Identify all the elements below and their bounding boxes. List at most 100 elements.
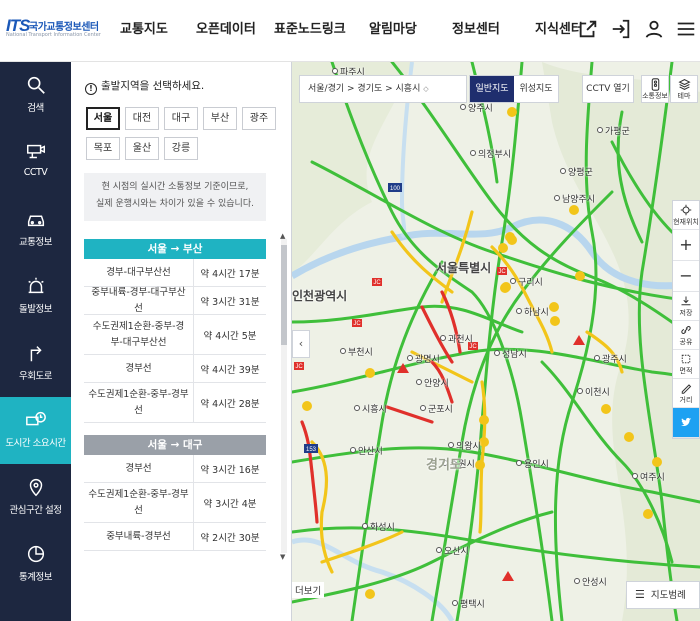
route-name: 수도권제1순환-중부-경부-대구부산선 [84, 315, 194, 354]
more-link[interactable]: 더보기 [292, 582, 325, 598]
zoom-in-icon: + [679, 235, 693, 254]
svg-text:JC: JC [498, 269, 506, 275]
rail-item-traffic-info[interactable]: 교통정보 [0, 196, 71, 263]
table-row: 경부선 약 4시간 39분 [84, 355, 266, 383]
map-place-label: 오산시 [436, 544, 469, 557]
rail-item-travel-time[interactable]: 도시간 소요시간 [0, 397, 71, 464]
map-legend-button[interactable]: ☰ 지도범례 [626, 581, 700, 609]
city-button-daejeon[interactable]: 대전 [125, 107, 159, 130]
route-time: 약 2시간 30분 [200, 532, 260, 544]
scrollbar-thumb[interactable] [281, 245, 287, 345]
theme-button[interactable]: 테마 [670, 75, 698, 103]
cctv-icon [26, 144, 45, 159]
nav-item-node-link[interactable]: 표준노드링크 [274, 18, 346, 37]
save-button[interactable]: 저장 [673, 292, 699, 321]
rail-item-cctv[interactable]: CCTV [0, 129, 71, 196]
nav-item-knowledge-center[interactable]: 지식센터 [535, 18, 583, 37]
external-link-icon[interactable] [577, 18, 599, 40]
traffic-map[interactable]: 100 153 JC JC JC JC JC 파주시 양주시 의정부시 남양주시… [292, 62, 700, 621]
chevron-down-icon: ◇ [423, 85, 429, 93]
scroll-down-icon[interactable]: ▼ [280, 553, 285, 561]
login-icon[interactable] [610, 18, 632, 40]
map-place-label: 시흥시 [354, 402, 387, 415]
legend-label: 지도범례 [650, 590, 686, 601]
menu-icon[interactable] [675, 18, 697, 40]
realtime-notice-box: 현 시점의 실시간 소통정보 기준이므로, 실제 운행시와는 차이가 있을 수 … [84, 173, 266, 221]
route-list[interactable]: 서울 → 부산 경부-대구부산선 약 4시간 17분 중부내륙-경부-대구부산선… [84, 239, 266, 621]
city-button-ulsan[interactable]: 울산 [125, 137, 159, 160]
svg-text:JC: JC [373, 280, 381, 286]
city-button-gwangju[interactable]: 광주 [242, 107, 276, 130]
chevron-left-icon: ‹ [298, 337, 304, 350]
city-button-mokpo[interactable]: 목포 [86, 137, 120, 160]
route-time: 약 3시간 16분 [200, 464, 260, 476]
route-name: 경부-대구부산선 [84, 259, 194, 286]
logo-subtitle: National Transport Information Center [6, 32, 101, 38]
route-time: 약 4시간 17분 [200, 268, 260, 280]
map-place-label: 성남시 [494, 347, 527, 360]
map-type-satellite[interactable]: 위성지도 [514, 76, 558, 102]
left-rail: 검색 CCTV 교통정보 돌발정보 우회도로 도시간 소요시간 관심구간 설정 … [0, 62, 71, 621]
panel-collapse-button[interactable]: ‹ [292, 330, 310, 358]
route-name: 중부내륙-경부선 [84, 523, 194, 550]
menu-lines-icon: ☰ [635, 588, 645, 601]
tool-label: 공유 [679, 338, 693, 346]
stats-icon [27, 545, 44, 563]
user-icon[interactable] [643, 18, 665, 40]
map-place-label: 남양주시 [554, 192, 595, 205]
map-place-label: 광주시 [594, 352, 627, 365]
route-group-title: 서울 → 대구 [84, 435, 266, 455]
travel-time-icon [25, 411, 46, 426]
rail-item-search[interactable]: 검색 [0, 62, 71, 129]
locate-icon [680, 204, 692, 216]
rail-item-detour[interactable]: 우회도로 [0, 330, 71, 397]
route-name: 수도권제1순환-중부-경부선 [84, 483, 194, 522]
table-row: 중부내륙-경부-대구부산선 약 3시간 31분 [84, 287, 266, 315]
cctv-open-button[interactable]: CCTV 열기 [582, 75, 634, 103]
map-city-label: 서울특별시 [436, 261, 492, 275]
city-button-daegu[interactable]: 대구 [164, 107, 198, 130]
traffic-info-button[interactable]: 소통정보 [641, 75, 669, 103]
area-icon [681, 354, 691, 364]
route-name: 경부선 [84, 455, 194, 482]
map-type-toggle: 일반지도 위성지도 [469, 75, 559, 103]
button-label: 테마 [677, 92, 691, 100]
tool-label: 저장 [679, 309, 693, 317]
route-name: 경부선 [84, 355, 194, 382]
zoom-in-button[interactable]: + [673, 230, 699, 261]
svg-text:100: 100 [390, 186, 401, 192]
nav-item-info-center[interactable]: 정보센터 [452, 18, 500, 37]
route-name: 중부내륙-경부-대구부산선 [84, 287, 194, 314]
share-icon [681, 326, 691, 334]
map-place-label: 과천시 [440, 332, 473, 345]
map-type-normal[interactable]: 일반지도 [470, 76, 514, 102]
route-time: 약 3시간 31분 [200, 296, 260, 308]
map-place-label: 군포시 [420, 402, 453, 415]
distance-measure-button[interactable]: 거리 [673, 379, 699, 408]
nav-item-notice[interactable]: 알림마당 [369, 18, 417, 37]
site-logo[interactable]: ITS 국가교통정보센터 National Transport Informat… [6, 14, 106, 44]
route-list-scrollbar[interactable]: ▲ ▼ [280, 232, 287, 561]
city-button-busan[interactable]: 부산 [203, 107, 237, 130]
table-row: 수도권제1순환-중부-경부선 약 3시간 4분 [84, 483, 266, 523]
nav-item-traffic-map[interactable]: 교통지도 [120, 18, 168, 37]
map-place-label: 안양시 [416, 376, 449, 389]
city-button-seoul[interactable]: 서울 [86, 107, 120, 130]
rail-item-label: 교통정보 [19, 237, 52, 248]
rail-item-statistics[interactable]: 통계정보 [0, 531, 71, 598]
map-place-label: 의정부시 [470, 147, 511, 160]
map-breadcrumb[interactable]: 서울/경기 > 경기도 > 시흥시 ◇ [299, 75, 467, 103]
rail-item-interest-section[interactable]: 관심구간 설정 [0, 464, 71, 531]
route-time: 약 4시간 28분 [200, 398, 260, 410]
rail-item-label: CCTV [23, 167, 48, 178]
scroll-up-icon[interactable]: ▲ [280, 232, 285, 240]
rail-item-incident[interactable]: 돌발정보 [0, 263, 71, 330]
share-button[interactable]: 공유 [673, 321, 699, 350]
map-place-label: 이천시 [577, 385, 610, 398]
area-measure-button[interactable]: 면적 [673, 350, 699, 379]
nav-item-open-data[interactable]: 오픈데이터 [196, 18, 256, 37]
zoom-out-button[interactable]: − [673, 261, 699, 292]
city-button-gangneung[interactable]: 강릉 [164, 137, 198, 160]
current-location-button[interactable]: 현재위치 [673, 201, 699, 230]
twitter-share-button[interactable] [673, 408, 699, 438]
